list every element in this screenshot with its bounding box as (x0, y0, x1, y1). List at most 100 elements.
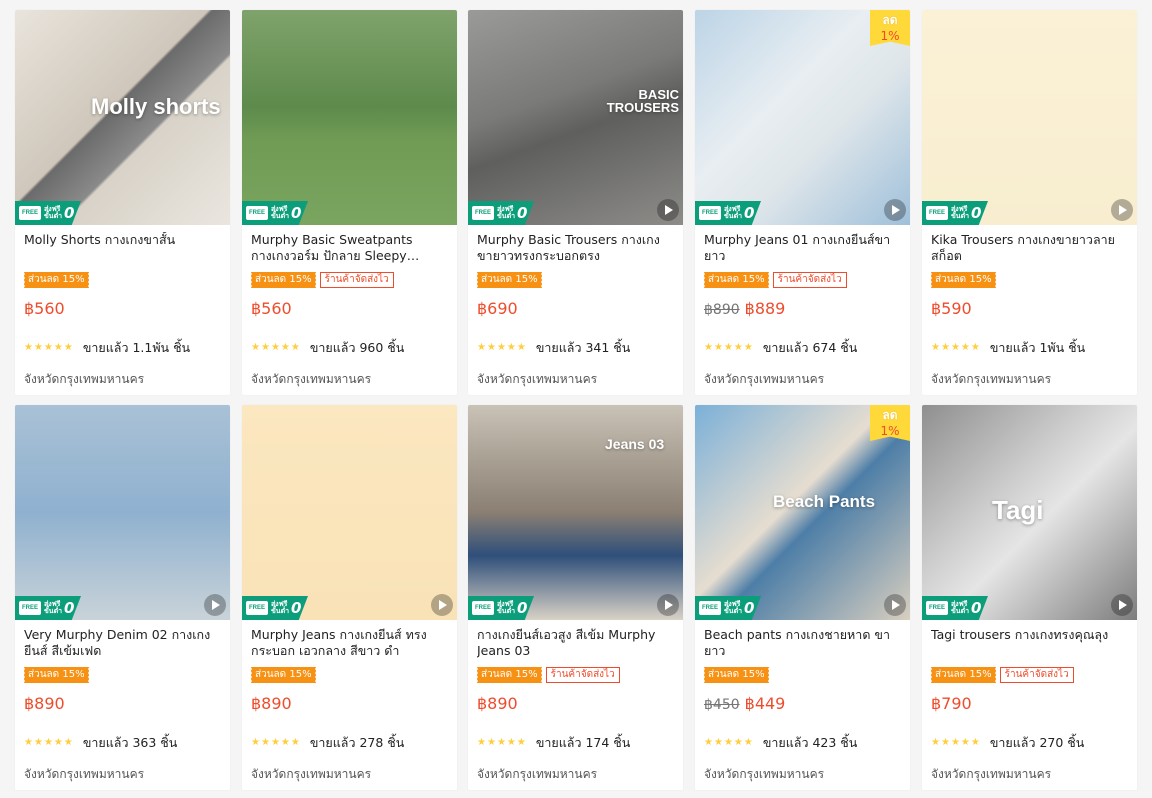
original-price: ฿890 (704, 302, 740, 318)
free-shipping-min: 0 (971, 204, 982, 222)
product-image[interactable]: FREE ส่งฟรี ขั้นต่ำ 0 (242, 405, 457, 620)
product-card[interactable]: FREE ส่งฟรี ขั้นต่ำ 0 Kika Trousers กางเก… (922, 10, 1137, 395)
star-icon: ★ (477, 737, 486, 748)
image-overlay-text: Jeans 03 (605, 436, 665, 452)
rating-stars: ★ ★ ★ ★ ★ (24, 343, 73, 353)
discount-tag: ส่วนลด 15% (703, 272, 769, 288)
product-card[interactable]: FREE ส่งฟรี ขั้นต่ำ 0 Murphy Basic Sweatp… (242, 10, 457, 395)
product-card[interactable]: Beach Pants ลด 1% FREE ส่งฟรี ขั้นต่ำ 0 Bea… (695, 405, 910, 790)
product-title[interactable]: กางเกงยีนส์เอวสูง สีเข้ม Murphy Jeans 03 (477, 627, 675, 663)
rating-stars: ★ ★ ★ ★ ★ (704, 738, 753, 748)
truck-icon: FREE (246, 206, 268, 220)
star-icon: ★ (290, 737, 300, 748)
star-icon: ★ (713, 737, 723, 748)
price: ฿790 (931, 694, 972, 713)
product-title[interactable]: Kika Trousers กางเกงขายาวลายสก็อต (931, 232, 1129, 268)
star-icon: ★ (43, 342, 53, 353)
star-icon: ★ (270, 737, 280, 748)
product-title[interactable]: Molly Shorts กางเกงขาสั้น (24, 232, 222, 268)
product-image[interactable]: BASIC TROUSERS FREE ส่งฟรี ขั้นต่ำ 0 (468, 10, 683, 225)
free-shipping-badge: FREE ส่งฟรี ขั้นต่ำ 0 (468, 201, 534, 225)
rating-stars: ★ ★ ★ ★ ★ (251, 343, 300, 353)
product-image[interactable]: FREE ส่งฟรี ขั้นต่ำ 0 (242, 10, 457, 225)
sold-count: ขายแล้ว 1.1พัน ชิ้น (82, 340, 191, 355)
product-card[interactable]: Molly shorts FREE ส่งฟรี ขั้นต่ำ 0 Molly … (15, 10, 230, 395)
product-title[interactable]: Murphy Basic Sweatpants กางเกงวอร์ม ปักล… (251, 232, 449, 268)
star-icon: ★ (477, 342, 486, 353)
product-image[interactable]: FREE ส่งฟรี ขั้นต่ำ 0 (922, 10, 1137, 225)
sold-count: ขายแล้ว 960 ชิ้น (309, 340, 405, 355)
product-tags: ส่วนลด 15% (930, 272, 996, 290)
star-icon: ★ (280, 342, 290, 353)
play-icon[interactable] (1111, 594, 1133, 616)
product-card[interactable]: BASIC TROUSERS FREE ส่งฟรี ขั้นต่ำ 0 Murp… (468, 10, 683, 395)
product-title[interactable]: Murphy Jeans 01 กางเกงยีนส์ขายาว (704, 232, 902, 268)
free-shipping-label: ส่งฟรี ขั้นต่ำ (951, 205, 970, 220)
product-title[interactable]: Beach pants กางเกงชายหาด ขายาว (704, 627, 902, 663)
product-title[interactable]: Murphy Jeans กางเกงยีนส์ ทรงกระบอก เอวกล… (251, 627, 449, 663)
product-title[interactable]: Very Murphy Denim 02 กางเกงยีนส์ สีเข้มเ… (24, 627, 222, 663)
rating-stars: ★ ★ ★ ★ ★ (477, 738, 526, 748)
sold-count: ขายแล้ว 174 ชิ้น (535, 735, 631, 750)
free-shipping-min: 0 (744, 204, 755, 222)
product-image[interactable]: Jeans 03 FREE ส่งฟรี ขั้นต่ำ 0 (468, 405, 683, 620)
rating-row: ★ ★ ★ ★ ★ ขายแล้ว 270 ชิ้น (931, 733, 1084, 753)
play-icon[interactable] (884, 199, 906, 221)
star-icon: ★ (970, 342, 980, 353)
play-icon[interactable] (204, 594, 226, 616)
price-row: ฿690 (477, 299, 518, 318)
star-icon: ★ (260, 737, 270, 748)
star-icon: ★ (63, 737, 73, 748)
discount-tag: ส่วนลด 15% (930, 272, 996, 288)
product-tags: ส่วนลด 15% ร้านค้าจัดส่งไว (703, 272, 847, 290)
star-icon: ★ (24, 737, 33, 748)
star-icon: ★ (486, 342, 496, 353)
price: ฿449 (744, 694, 786, 713)
product-tags: ส่วนลด 15% ร้านค้าจัดส่งไว (250, 272, 394, 290)
rating-row: ★ ★ ★ ★ ★ ขายแล้ว 363 ชิ้น (24, 733, 177, 753)
free-shipping-label: ส่งฟรี ขั้นต่ำ (44, 205, 63, 220)
free-shipping-label: ส่งฟรี ขั้นต่ำ (724, 205, 743, 220)
price-row: ฿450 ฿449 (704, 694, 785, 713)
fast-shipping-tag: ร้านค้าจัดส่งไว (772, 272, 847, 288)
price-row: ฿890 ฿889 (704, 299, 785, 318)
star-icon: ★ (506, 342, 516, 353)
play-icon[interactable] (657, 594, 679, 616)
truck-icon: FREE (19, 206, 41, 220)
play-icon[interactable] (1111, 199, 1133, 221)
seller-location: จังหวัดกรุงเทพมหานคร (251, 767, 372, 781)
product-image[interactable]: ลด 1% FREE ส่งฟรี ขั้นต่ำ 0 (695, 10, 910, 225)
rating-stars: ★ ★ ★ ★ ★ (24, 738, 73, 748)
rating-row: ★ ★ ★ ★ ★ ขายแล้ว 1พัน ชิ้น (931, 338, 1085, 358)
product-card[interactable]: ลด 1% FREE ส่งฟรี ขั้นต่ำ 0 Murphy Jeans 0… (695, 10, 910, 395)
free-shipping-label: ส่งฟรี ขั้นต่ำ (951, 600, 970, 615)
seller-location: จังหวัดกรุงเทพมหานคร (251, 372, 372, 386)
product-card[interactable]: Jeans 03 FREE ส่งฟรี ขั้นต่ำ 0 กางเกงยีนส… (468, 405, 683, 790)
product-tags: ส่วนลด 15% ร้านค้าจัดส่งไว (930, 667, 1074, 685)
product-card[interactable]: Tagi FREE ส่งฟรี ขั้นต่ำ 0 Tagi trousers … (922, 405, 1137, 790)
price: ฿560 (251, 299, 292, 318)
sold-count: ขายแล้ว 363 ชิ้น (82, 735, 178, 750)
rating-row: ★ ★ ★ ★ ★ ขายแล้ว 1.1พัน ชิ้น (24, 338, 190, 358)
play-icon[interactable] (884, 594, 906, 616)
free-shipping-badge: FREE ส่งฟรี ขั้นต่ำ 0 (468, 596, 534, 620)
product-image[interactable]: Molly shorts FREE ส่งฟรี ขั้นต่ำ 0 (15, 10, 230, 225)
product-image[interactable]: Beach Pants ลด 1% FREE ส่งฟรี ขั้นต่ำ 0 (695, 405, 910, 620)
product-card[interactable]: FREE ส่งฟรี ขั้นต่ำ 0 Murphy Jeans กางเกง… (242, 405, 457, 790)
product-title[interactable]: Tagi trousers กางเกงทรงคุณลุง (931, 627, 1129, 663)
free-shipping-label: ส่งฟรี ขั้นต่ำ (497, 600, 516, 615)
star-icon: ★ (931, 737, 940, 748)
free-shipping-badge: FREE ส่งฟรี ขั้นต่ำ 0 (15, 201, 81, 225)
product-image[interactable]: Tagi FREE ส่งฟรี ขั้นต่ำ 0 (922, 405, 1137, 620)
discount-tag: ส่วนลด 15% (930, 667, 996, 683)
rating-row: ★ ★ ★ ★ ★ ขายแล้ว 423 ชิ้น (704, 733, 857, 753)
free-shipping-badge: FREE ส่งฟรี ขั้นต่ำ 0 (695, 201, 761, 225)
star-icon: ★ (743, 737, 753, 748)
play-icon[interactable] (431, 594, 453, 616)
free-shipping-badge: FREE ส่งฟรี ขั้นต่ำ 0 (15, 596, 81, 620)
product-image[interactable]: FREE ส่งฟรี ขั้นต่ำ 0 (15, 405, 230, 620)
star-icon: ★ (63, 342, 73, 353)
product-card[interactable]: FREE ส่งฟรี ขั้นต่ำ 0 Very Murphy Denim 0… (15, 405, 230, 790)
play-icon[interactable] (657, 199, 679, 221)
product-title[interactable]: Murphy Basic Trousers กางเกงขายาวทรงกระบ… (477, 232, 675, 268)
